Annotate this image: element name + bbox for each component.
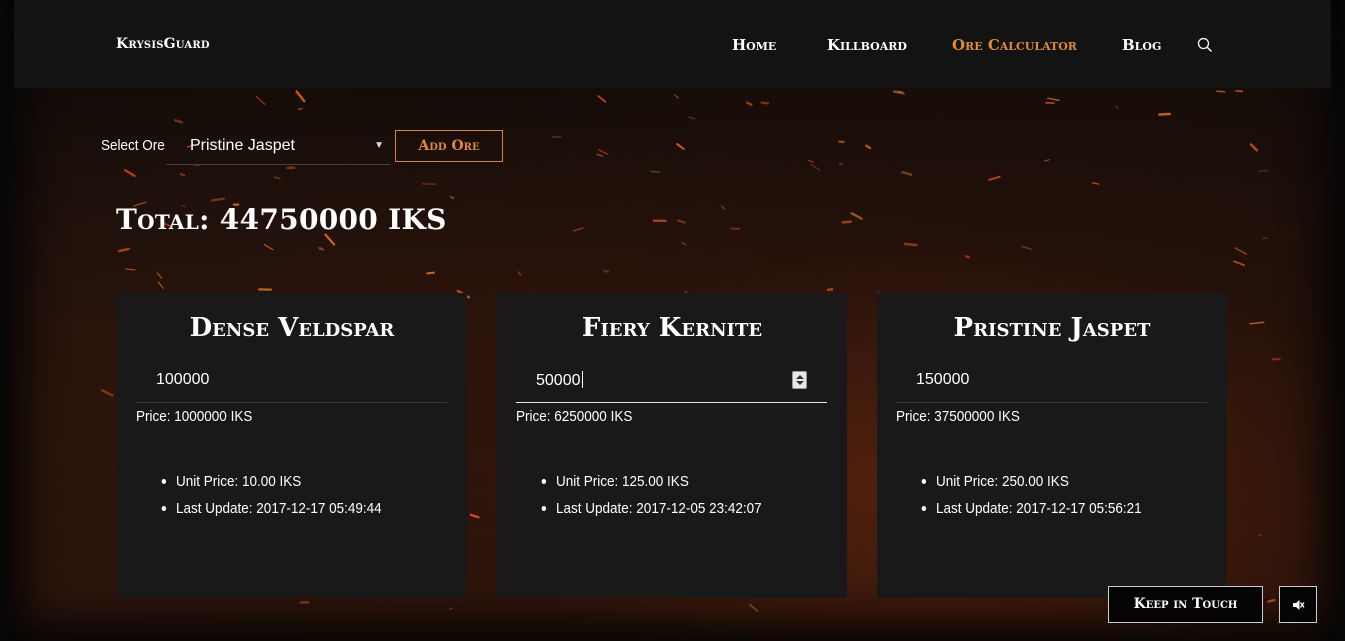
ore-select-dropdown[interactable]: Pristine Jaspet ▼ bbox=[166, 128, 390, 165]
quantity-input[interactable]: 150000 bbox=[896, 365, 1207, 403]
quantity-value: 50000 bbox=[536, 372, 581, 389]
ore-price: Price: 1000000 IKS bbox=[136, 408, 253, 425]
nav-blog-link[interactable]: Blog bbox=[1122, 36, 1161, 54]
number-spinner-icon[interactable] bbox=[792, 371, 807, 389]
ore-price: Price: 37500000 IKS bbox=[896, 408, 1020, 425]
top-navbar: KrysisGuard Home Killboard Ore Calculato… bbox=[14, 0, 1331, 88]
unit-price: Unit Price: 125.00 IKS bbox=[541, 473, 762, 500]
keep-in-touch-button[interactable]: Keep in Touch bbox=[1108, 586, 1263, 623]
unit-price: Unit Price: 250.00 IKS bbox=[921, 473, 1142, 500]
nav-home-link[interactable]: Home bbox=[732, 36, 776, 54]
mute-button[interactable] bbox=[1279, 586, 1317, 623]
ore-card: Fiery Kernite 50000 Price: 6250000 IKS U… bbox=[497, 293, 847, 598]
last-update: Last Update: 2017-12-17 05:56:21 bbox=[921, 500, 1142, 527]
ore-select-value: Pristine Jaspet bbox=[190, 137, 295, 154]
text-caret bbox=[581, 371, 583, 388]
search-icon[interactable] bbox=[1197, 37, 1213, 53]
total-value: Total: 44750000 IKS bbox=[116, 203, 447, 236]
ore-card-title: Pristine Jaspet bbox=[953, 313, 1151, 343]
nav-ore-calculator-link[interactable]: Ore Calculator bbox=[952, 36, 1077, 54]
add-ore-button[interactable]: Add Ore bbox=[395, 130, 503, 162]
ore-price: Price: 6250000 IKS bbox=[516, 408, 633, 425]
ore-info-list: Unit Price: 125.00 IKS Last Update: 2017… bbox=[541, 473, 762, 527]
brand-logo[interactable]: KrysisGuard bbox=[116, 36, 210, 52]
quantity-input[interactable]: 50000 bbox=[516, 365, 827, 403]
quantity-input[interactable]: 100000 bbox=[136, 365, 447, 403]
ore-card-title: Fiery Kernite bbox=[581, 313, 763, 343]
ore-info-list: Unit Price: 250.00 IKS Last Update: 2017… bbox=[921, 473, 1142, 527]
quantity-value: 150000 bbox=[916, 371, 970, 388]
speaker-mute-icon bbox=[1293, 600, 1305, 610]
ore-info-list: Unit Price: 10.00 IKS Last Update: 2017-… bbox=[161, 473, 382, 527]
quantity-value: 100000 bbox=[156, 371, 210, 388]
dropdown-arrow-icon: ▼ bbox=[374, 140, 384, 151]
unit-price: Unit Price: 10.00 IKS bbox=[161, 473, 382, 500]
last-update: Last Update: 2017-12-17 05:49:44 bbox=[161, 500, 382, 527]
last-update: Last Update: 2017-12-05 23:42:07 bbox=[541, 500, 762, 527]
ore-card-title: Dense Veldspar bbox=[189, 313, 395, 343]
ore-card: Dense Veldspar 100000 Price: 1000000 IKS… bbox=[117, 293, 467, 598]
nav-killboard-link[interactable]: Killboard bbox=[827, 36, 907, 54]
ore-card: Pristine Jaspet 150000 Price: 37500000 I… bbox=[877, 293, 1227, 598]
select-ore-label: Select Ore bbox=[101, 137, 165, 154]
